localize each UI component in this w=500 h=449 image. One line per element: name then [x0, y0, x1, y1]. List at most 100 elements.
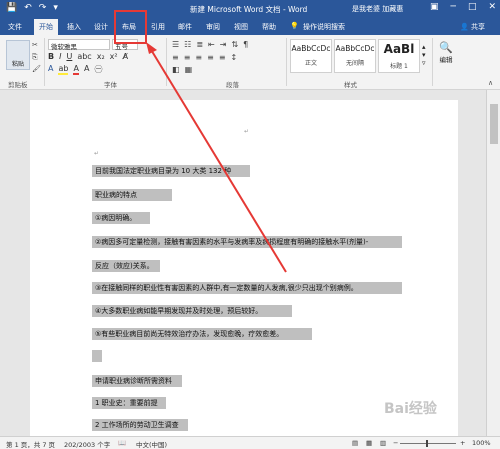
clear-format-icon[interactable]: A̸	[123, 52, 128, 61]
web-layout-icon[interactable]: ▥	[380, 439, 386, 447]
doc-line[interactable]: 申请职业病诊断所需资料	[92, 375, 182, 387]
zoom-in-icon[interactable]: +	[460, 439, 465, 447]
annotation-highlight-box	[114, 10, 147, 44]
lightbulb-icon: 💡	[290, 22, 299, 30]
tab-view[interactable]: 视图	[234, 22, 248, 32]
strikethrough-button[interactable]: abc	[77, 52, 91, 61]
doc-line[interactable]: ②病因多可定量检测，接触有害因素的水平与发病率及病损程度有明确的接触水平(剂量)…	[92, 236, 402, 248]
read-mode-icon[interactable]: ▤	[352, 439, 358, 447]
style-no-spacing[interactable]: AaBbCcDc 无间隔	[334, 39, 376, 73]
window-title: 新建 Microsoft Word 文档 - Word	[190, 5, 308, 14]
vertical-scrollbar[interactable]	[486, 90, 500, 436]
save-icon[interactable]: 💾	[6, 3, 17, 13]
numbering-icon[interactable]: ☷	[184, 40, 191, 49]
print-layout-icon[interactable]: ▦	[366, 439, 372, 447]
char-shading-icon[interactable]: A	[84, 64, 89, 75]
font-group-label: 字体	[104, 81, 117, 89]
maximize-icon[interactable]: □	[468, 2, 477, 12]
format-painter-icon[interactable]: 🖌	[32, 65, 41, 73]
minimize-icon[interactable]: ─	[451, 2, 456, 12]
ribbon-display-icon[interactable]: ▣	[430, 2, 439, 12]
zoom-slider[interactable]	[400, 443, 456, 444]
justify-icon[interactable]: ≡	[207, 53, 214, 62]
user-name[interactable]: 是我老婆 加藏惠	[352, 4, 403, 14]
zoom-out-icon[interactable]: −	[393, 439, 398, 447]
style-normal[interactable]: AaBbCcDc 正文	[290, 39, 332, 73]
tab-file[interactable]: 文件	[8, 22, 22, 32]
text-effects-icon[interactable]: A	[48, 64, 53, 75]
style-name: 无间隔	[345, 60, 364, 67]
multilevel-list-icon[interactable]: ≣	[196, 40, 203, 49]
style-name: 标题 1	[390, 63, 408, 70]
doc-line[interactable]: 职业病的特点	[92, 189, 172, 201]
underline-button[interactable]: U	[66, 52, 72, 61]
paragraph-mark: ↵	[94, 150, 100, 157]
sort-icon[interactable]: ⇅	[231, 40, 238, 49]
tab-help[interactable]: 帮助	[262, 22, 276, 32]
tell-me-search[interactable]: 操作说明搜索	[303, 22, 345, 32]
doc-line[interactable]: ⑤有些职业病目前尚无特效治疗办法，发现愈晚，疗效愈差。	[92, 328, 312, 340]
quick-access-toolbar: 💾 ↶ ↷ ▾	[6, 3, 58, 13]
doc-line[interactable]: ③在接触同样的职业性有害因素的人群中,有一定数量的人发病,很少只出现个别病例。	[92, 282, 402, 294]
increase-indent-icon[interactable]: ⇥	[220, 40, 227, 49]
proofing-icon[interactable]: 📖	[118, 439, 126, 447]
bold-button[interactable]: B	[48, 52, 54, 61]
cut-icon[interactable]: ✂	[32, 41, 38, 49]
font-name-select[interactable]: 微软雅黑	[48, 39, 110, 51]
decrease-indent-icon[interactable]: ⇤	[208, 40, 215, 49]
doc-line[interactable]: 目前我国法定职业病目录为 10 大类 132 种	[92, 165, 250, 177]
align-right-icon[interactable]: ≡	[195, 53, 202, 62]
line-spacing-icon[interactable]: ↕	[231, 53, 238, 62]
status-bar: 第 1 页，共 7 页 202/2003 个字 📖 中文(中国) ▤ ▦ ▥ −…	[0, 436, 500, 449]
zoom-level[interactable]: 100%	[472, 439, 491, 447]
redo-icon[interactable]: ↷	[39, 3, 47, 13]
title-bar: 💾 ↶ ↷ ▾ 新建 Microsoft Word 文档 - Word 是我老婆…	[0, 0, 500, 18]
doc-line[interactable]: 1 职业史：重要前提	[92, 397, 166, 409]
bullets-icon[interactable]: ☰	[172, 40, 179, 49]
distribute-icon[interactable]: ≡	[219, 53, 226, 62]
borders-icon[interactable]: ▦	[185, 65, 193, 74]
style-heading-1[interactable]: AaBl 标题 1	[378, 39, 420, 73]
paste-button[interactable]: 粘贴	[6, 40, 30, 70]
copy-icon[interactable]: ⎘	[32, 53, 38, 62]
doc-line[interactable]: 2 工作场所的劳动卫生调查	[92, 419, 188, 431]
highlight-color-icon[interactable]: ab	[58, 64, 69, 75]
group-divider	[166, 38, 167, 86]
doc-line[interactable]: ①病因明确。	[92, 212, 150, 224]
word-count[interactable]: 202/2003 个字	[64, 439, 110, 449]
tab-home[interactable]: 开始	[34, 19, 58, 35]
share-button[interactable]: 👤 共享	[460, 22, 485, 32]
align-center-icon[interactable]: ≡	[184, 53, 191, 62]
undo-icon[interactable]: ↶	[24, 3, 32, 13]
clipboard-group-label: 剪贴板	[8, 81, 28, 89]
page-count[interactable]: 第 1 页，共 7 页	[6, 439, 55, 449]
language-indicator[interactable]: 中文(中国)	[136, 439, 167, 449]
doc-line[interactable]: 反应（效应)关系。	[92, 260, 160, 272]
shading-icon[interactable]: ◧	[172, 65, 180, 74]
align-left-icon[interactable]: ≡	[172, 53, 179, 62]
zoom-slider-knob[interactable]	[426, 440, 428, 447]
tab-review[interactable]: 审阅	[206, 22, 220, 32]
subscript-button[interactable]: x₂	[97, 52, 105, 61]
close-icon[interactable]: ✕	[488, 2, 496, 12]
customize-qat-icon[interactable]: ▾	[53, 3, 58, 13]
italic-button[interactable]: I	[59, 52, 61, 61]
editing-button[interactable]: 🔍 编辑	[436, 41, 456, 64]
styles-group-label: 样式	[344, 81, 357, 89]
tab-mailings[interactable]: 邮件	[178, 22, 192, 32]
superscript-button[interactable]: x²	[110, 52, 118, 61]
enclose-char-icon[interactable]: ㊀	[94, 64, 102, 75]
group-divider	[286, 38, 287, 86]
tab-design[interactable]: 设计	[94, 22, 108, 32]
doc-line[interactable]: ④大多数职业病如能早期发现并及时处理，预后较好。	[92, 305, 292, 317]
tab-insert[interactable]: 插入	[67, 22, 81, 32]
doc-line[interactable]	[92, 350, 102, 362]
show-marks-icon[interactable]: ¶	[243, 40, 248, 49]
collapse-ribbon-icon[interactable]: ∧	[488, 79, 493, 87]
baidu-watermark: Bai经验	[384, 401, 437, 417]
styles-scroll-icon[interactable]: ▴ ▾ ▿	[422, 43, 426, 67]
font-color-icon[interactable]: A	[73, 64, 79, 75]
paragraph-mark: ↵	[244, 128, 250, 135]
tab-references[interactable]: 引用	[151, 22, 165, 32]
scroll-thumb[interactable]	[490, 104, 498, 144]
